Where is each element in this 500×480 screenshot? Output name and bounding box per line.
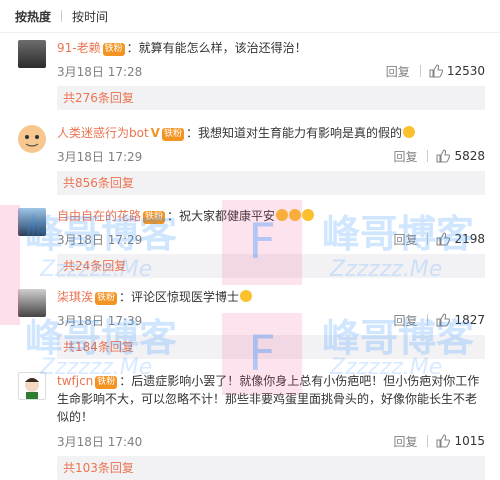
reply-button[interactable]: 回复 — [393, 148, 417, 165]
more-replies-link[interactable]: 共24条回复 — [57, 254, 485, 278]
avatar[interactable] — [18, 289, 46, 317]
more-replies-link[interactable]: 共184条回复 — [57, 335, 485, 359]
verified-v-icon: V — [150, 126, 160, 140]
like-count: 1827 — [454, 313, 485, 327]
emoji-icon — [240, 290, 253, 302]
divider — [427, 233, 429, 245]
emoji-icon — [289, 209, 302, 221]
comment-time: 3月18日 17:28 — [57, 64, 143, 79]
username-link[interactable]: twfjcn — [57, 374, 93, 388]
emoji-icon — [302, 209, 315, 221]
like-button[interactable]: 1827 — [436, 313, 485, 327]
thumbs-up-icon — [436, 149, 451, 163]
avatar[interactable] — [18, 372, 46, 400]
sort-separator — [61, 10, 63, 22]
comment-text: ：后遗症影响小罢了！就像你身上总有小伤疤吧！但小伤疤对你工作生命影响不大，可以忽… — [57, 374, 480, 424]
comment-item: twfjcn 铁粉 ：后遗症影响小罢了！就像你身上总有小伤疤吧！但小伤疤对你工作生命… — [0, 369, 500, 480]
more-replies-link[interactable]: 共856条回复 — [57, 171, 485, 195]
like-count: 5828 — [454, 149, 485, 163]
comment-item: 柒琪涘 铁粉 ：评论区惊现医学博士 3月18日 17:39 回复 1827 共184… — [0, 286, 500, 359]
thumbs-up-icon — [429, 64, 443, 78]
like-button[interactable]: 5828 — [436, 149, 485, 163]
username-link[interactable]: 人类迷惑行为bot — [57, 126, 149, 140]
fan-badge-icon: 铁粉 — [95, 376, 118, 389]
username-link[interactable]: 自由自在的花路 — [57, 209, 141, 223]
reply-button[interactable]: 回复 — [393, 231, 417, 248]
reply-button[interactable]: 回复 — [393, 433, 417, 450]
comment-text: ：评论区惊现医学博士 — [119, 290, 240, 304]
like-button[interactable]: 1015 — [436, 434, 485, 448]
sort-bar: 按热度 按时间 — [0, 0, 500, 33]
comment-time: 3月18日 17:39 — [57, 313, 143, 328]
divider — [427, 314, 429, 326]
fan-badge-icon: 铁粉 — [161, 128, 184, 141]
emoji-icon — [403, 126, 415, 138]
divider — [427, 435, 429, 447]
divider — [427, 150, 429, 162]
comment-time: 3月18日 17:29 — [57, 149, 143, 164]
comment-text: ：我想知道对生育能力有影响是真的假的 — [185, 126, 402, 140]
username-link[interactable]: 柒琪涘 — [57, 290, 93, 304]
reply-button[interactable]: 回复 — [386, 63, 410, 80]
comment-item: 91-老赖 铁粉 ：就算有能怎么样，该治还得治！ 3月18日 17:28 回复 12… — [0, 37, 500, 110]
comment-item: 自由自在的花路 铁粉 ：祝大家都健康平安 3月18日 17:29 回复 2198 共… — [0, 205, 500, 278]
more-replies-link[interactable]: 共103条回复 — [57, 456, 485, 480]
fan-badge-icon: 铁粉 — [95, 292, 118, 305]
thumbs-up-icon — [436, 434, 451, 448]
fan-badge-icon: 铁粉 — [102, 43, 125, 56]
comment-text: ：祝大家都健康平安 — [167, 209, 276, 223]
avatar[interactable] — [18, 40, 46, 68]
reply-button[interactable]: 回复 — [393, 312, 417, 329]
divider — [419, 65, 421, 77]
thumbs-up-icon — [436, 313, 451, 327]
like-count: 12530 — [446, 64, 485, 78]
like-count: 2198 — [454, 232, 485, 246]
comment-time: 3月18日 17:29 — [57, 232, 143, 247]
comment-text: ：就算有能怎么样，该治还得治！ — [126, 41, 307, 55]
comment-time: 3月18日 17:40 — [57, 434, 143, 449]
emoji-icon — [276, 209, 289, 221]
thumbs-up-icon — [436, 232, 451, 246]
avatar[interactable] — [18, 125, 46, 153]
like-button[interactable]: 12530 — [429, 64, 485, 78]
more-replies-link[interactable]: 共276条回复 — [57, 86, 485, 110]
comment-item: 人类迷惑行为bot V 铁粉 ：我想知道对生育能力有影响是真的假的 3月18日 17:… — [0, 122, 500, 195]
avatar[interactable] — [18, 208, 46, 236]
username-link[interactable]: 91-老赖 — [57, 41, 101, 55]
like-button[interactable]: 2198 — [436, 232, 485, 246]
fan-badge-icon: 铁粉 — [143, 211, 166, 224]
sort-by-time-tab[interactable]: 按时间 — [72, 8, 108, 25]
like-count: 1015 — [454, 434, 485, 448]
sort-by-hot-tab[interactable]: 按热度 — [15, 8, 51, 25]
